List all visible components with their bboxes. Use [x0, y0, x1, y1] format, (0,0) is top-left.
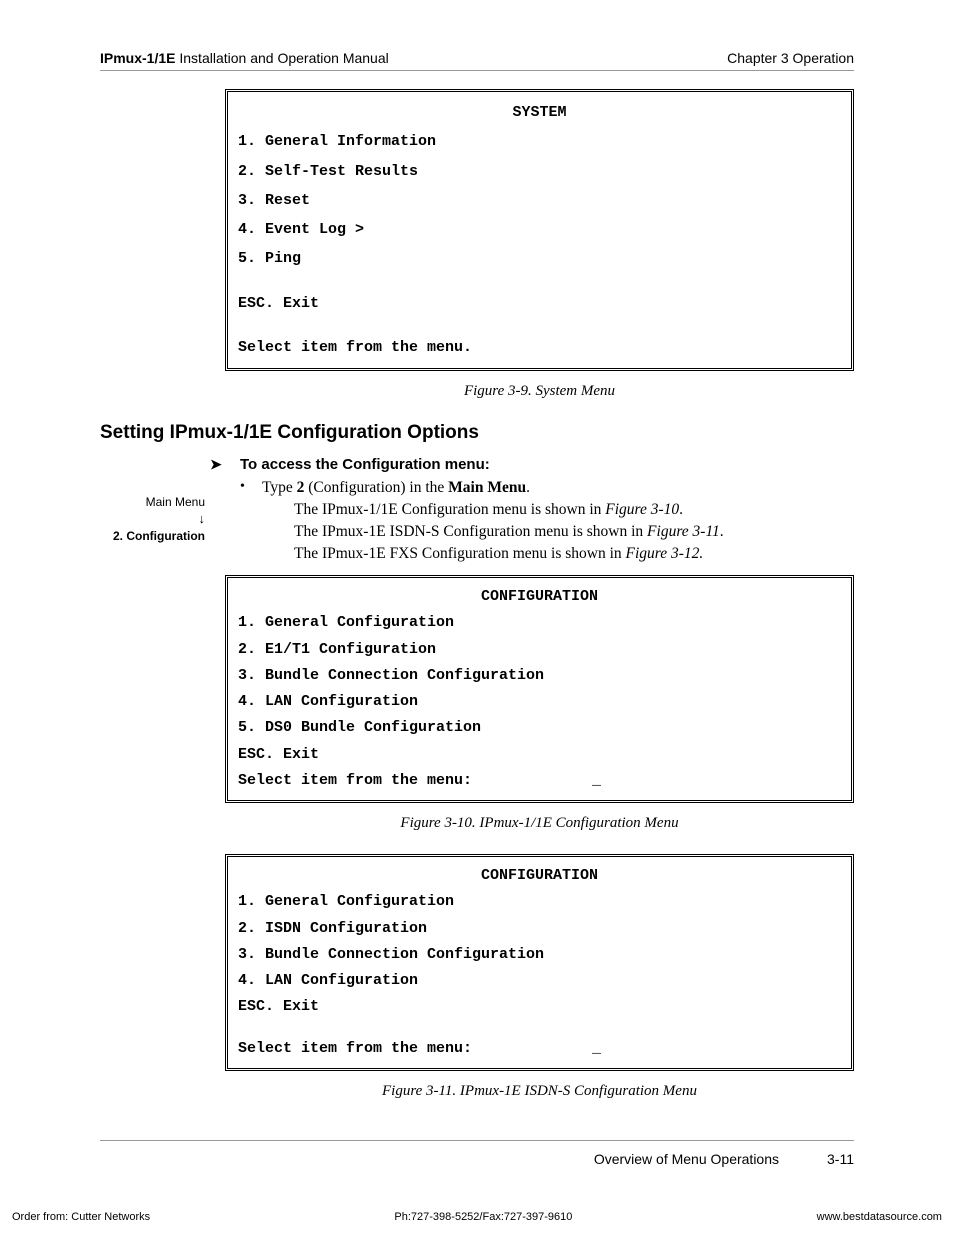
system-menu-item: 3. Reset [238, 186, 841, 215]
procedure-arrow-icon: ➤ [210, 456, 240, 473]
footer-page-number: 3-11 [827, 1151, 854, 1167]
cursor-icon: _ [592, 1040, 601, 1057]
figure-caption-3-9: Figure 3-9. System Menu [225, 383, 854, 400]
bullet-text: Type 2 (Configuration) in the Main Menu. [262, 479, 530, 497]
system-menu-item: 1. General Information [238, 127, 841, 156]
system-menu-item: 2. Self-Test Results [238, 157, 841, 186]
footer-order: Order from: Cutter Networks [12, 1211, 150, 1223]
figure-caption-3-11: Figure 3-11. IPmux-1E ISDN-S Configurati… [225, 1083, 854, 1100]
config-menu-item: 3. Bundle Connection Configuration [238, 942, 841, 968]
config-menu-esc: ESC. Exit [238, 994, 841, 1020]
system-menu-esc: ESC. Exit [238, 289, 841, 318]
config-menu-prompt: Select item from the menu:_ [238, 1036, 841, 1062]
header-left: IPmux-1/1E Installation and Operation Ma… [100, 50, 389, 66]
figure-caption-3-10: Figure 3-10. IPmux-1/1E Configuration Me… [225, 815, 854, 832]
config-menu-title: CONFIGURATION [238, 863, 841, 889]
system-menu-prompt: Select item from the menu. [238, 333, 841, 362]
config-menu-item: 4. LAN Configuration [238, 968, 841, 994]
breadcrumb-arrow-icon: ↓ [105, 511, 205, 527]
footer-section-name: Overview of Menu Operations [594, 1151, 779, 1167]
sub-paragraph: The IPmux-1E FXS Configuration menu is s… [294, 545, 854, 563]
page-header: IPmux-1/1E Installation and Operation Ma… [100, 50, 854, 71]
config-menu-item: 4. LAN Configuration [238, 689, 841, 715]
system-menu-item: 5. Ping [238, 244, 841, 273]
config-menu-item: 2. ISDN Configuration [238, 916, 841, 942]
header-left-rest: Installation and Operation Manual [175, 50, 388, 66]
cursor-icon: _ [592, 772, 601, 789]
config-menu-item: 5. DS0 Bundle Configuration [238, 715, 841, 741]
header-right: Chapter 3 Operation [727, 50, 854, 66]
config-menu-esc: ESC. Exit [238, 742, 841, 768]
footer-url: www.bestdatasource.com [817, 1211, 942, 1223]
config-menu-item: 2. E1/T1 Configuration [238, 637, 841, 663]
page-footer-bar: Overview of Menu Operations 3-11 [100, 1140, 854, 1167]
breadcrumb-sidebar: Main Menu ↓ 2. Configuration [105, 495, 205, 543]
document-bottom-footer: Order from: Cutter Networks Ph:727-398-5… [12, 1211, 942, 1223]
footer-phone: Ph:727-398-5252/Fax:727-397-9610 [394, 1211, 572, 1223]
breadcrumb-current: 2. Configuration [105, 529, 205, 543]
config-menu-title: CONFIGURATION [238, 584, 841, 610]
config-menu-terminal-1: CONFIGURATION 1. General Configuration 2… [225, 575, 854, 803]
config-menu-prompt: Select item from the menu:_ [238, 768, 841, 794]
system-menu-terminal: SYSTEM 1. General Information 2. Self-Te… [225, 89, 854, 371]
sub-paragraph: The IPmux-1E ISDN-S Configuration menu i… [294, 523, 854, 541]
system-menu-item: 4. Event Log > [238, 215, 841, 244]
system-menu-title: SYSTEM [238, 98, 841, 127]
config-menu-item: 1. General Configuration [238, 610, 841, 636]
breadcrumb-root: Main Menu [105, 495, 205, 509]
sub-paragraph: The IPmux-1/1E Configuration menu is sho… [294, 501, 854, 519]
section-heading: Setting IPmux-1/1E Configuration Options [100, 422, 854, 444]
config-menu-terminal-2: CONFIGURATION 1. General Configuration 2… [225, 854, 854, 1071]
config-menu-item: 3. Bundle Connection Configuration [238, 663, 841, 689]
config-menu-item: 1. General Configuration [238, 889, 841, 915]
procedure-title: To access the Configuration menu: [240, 456, 490, 473]
header-left-bold: IPmux-1/1E [100, 50, 175, 66]
bullet-icon: • [240, 479, 262, 497]
